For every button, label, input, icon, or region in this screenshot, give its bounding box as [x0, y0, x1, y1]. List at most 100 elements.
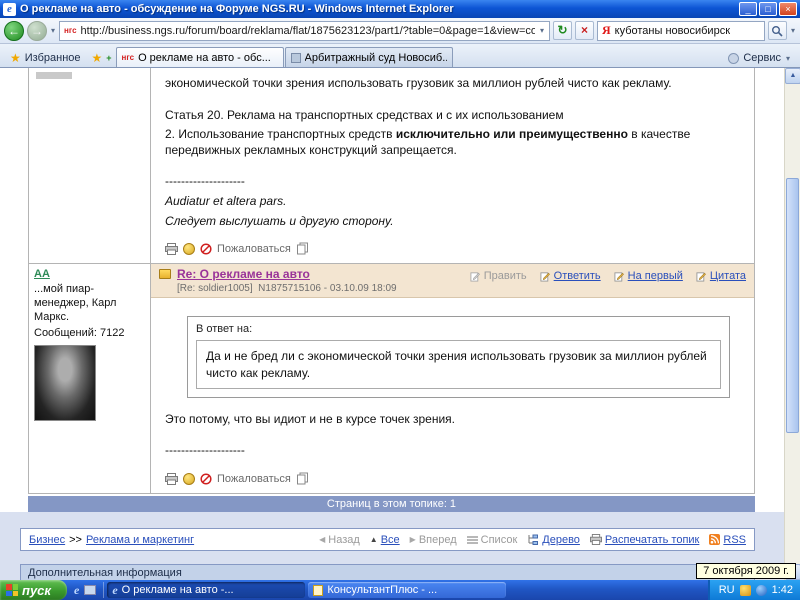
extra-info-header: Дополнительная информация	[21, 565, 754, 580]
refresh-icon: ↻	[557, 23, 567, 37]
minimize-button[interactable]: _	[739, 2, 757, 16]
post-message-column: Re: О рекламе на авто [Re: soldier1005] …	[151, 264, 754, 493]
author-link[interactable]: АА	[34, 268, 50, 280]
history-dropdown-icon[interactable]: ▾	[50, 26, 56, 35]
breadcrumb-category-link[interactable]: Бизнес	[29, 534, 65, 546]
left-arrow-icon: ◀	[319, 535, 325, 544]
thread-nav: ◀Назад ▲Все ▶Вперед Список Дерево Распеч…	[319, 534, 746, 546]
post-actions: Править Ответить На первый	[470, 270, 746, 282]
window-title: О рекламе на авто - обсуждение на Форуме…	[20, 3, 735, 15]
close-button[interactable]: ×	[779, 2, 797, 16]
rss-icon	[709, 534, 720, 545]
forum-post: экономической точки зрения использовать …	[29, 68, 754, 264]
tab-label: Арбитражный суд Новосиб...	[305, 52, 447, 64]
smiley-icon[interactable]	[183, 243, 195, 255]
post-title-link[interactable]: Re: О рекламе на авто	[177, 267, 310, 281]
scroll-up-button[interactable]: ▲	[785, 68, 800, 84]
search-go-button[interactable]	[768, 21, 787, 40]
avatar-image	[34, 345, 96, 421]
nav-rss-link[interactable]: RSS	[709, 534, 746, 546]
ie-task-icon: e	[112, 584, 117, 596]
nav-forward: ▶Вперед	[410, 534, 457, 546]
printer-icon[interactable]	[165, 243, 178, 255]
tab-current[interactable]: нгс О рекламе на авто - обс...	[116, 47, 284, 67]
maximize-button[interactable]: □	[759, 2, 777, 16]
chevron-down-icon: ▾	[785, 54, 791, 63]
message-count: Сообщений: 7122	[34, 327, 145, 339]
breadcrumb-forum-link[interactable]: Реклама и маркетинг	[86, 534, 194, 546]
printer-icon[interactable]	[165, 473, 178, 485]
forum-post: АА ...мой пиар-менеджер, Карл Маркс. Соо…	[29, 264, 754, 494]
quick-launch: e	[67, 582, 104, 598]
edit-icon	[470, 271, 481, 282]
taskbar-task-active[interactable]: e О рекламе на авто -...	[107, 582, 305, 598]
ban-icon[interactable]	[200, 473, 212, 485]
pages-icon[interactable]	[296, 242, 309, 255]
nav-list: Список	[467, 534, 518, 546]
ie-window: e О рекламе на авто - обсуждение на Фору…	[0, 0, 800, 600]
first-post-icon	[614, 271, 625, 282]
clock[interactable]: 1:42	[772, 584, 793, 596]
taskbar: пуск e e О рекламе на авто -... Консульт…	[0, 580, 800, 600]
nav-all-link[interactable]: ▲Все	[370, 534, 400, 546]
up-arrow-icon: ▲	[370, 535, 378, 544]
nav-print-link[interactable]: Распечатать топик	[590, 534, 699, 546]
service-menu-button[interactable]: Сервис ▾	[722, 49, 797, 67]
pages-icon[interactable]	[296, 472, 309, 485]
first-post-link[interactable]: На первый	[614, 270, 683, 282]
topic-icon	[159, 269, 171, 279]
page-content: экономической точки зрения использовать …	[0, 68, 800, 580]
url-text: http://business.ngs.ru/forum/board/rekla…	[81, 25, 535, 37]
post-footer: Пожаловаться	[151, 467, 754, 493]
search-input[interactable]: Я куботаны новосибирск	[597, 21, 765, 41]
taskbar-task[interactable]: КонсультантПлюс - ...	[308, 582, 506, 598]
service-label: Сервис	[743, 52, 781, 64]
post-message-column: экономической точки зрения использовать …	[151, 68, 754, 263]
post-body: экономической точки зрения использовать …	[151, 68, 754, 237]
tray-network-icon[interactable]	[756, 585, 767, 596]
scrollbar-thumb[interactable]	[786, 178, 799, 433]
post-user-column: АА ...мой пиар-менеджер, Карл Маркс. Соо…	[29, 264, 151, 493]
ban-icon[interactable]	[200, 243, 212, 255]
ie-logo-icon: e	[3, 3, 16, 16]
reply-text: Это потому, что вы идиот и не в курсе то…	[165, 412, 740, 428]
start-button[interactable]: пуск	[0, 580, 67, 600]
breadcrumb-panel: Бизнес >> Реклама и маркетинг ◀Назад ▲Вс…	[20, 528, 755, 551]
stop-button[interactable]: ×	[575, 21, 594, 40]
stop-icon: ×	[581, 23, 588, 37]
quote-link[interactable]: Цитата	[696, 270, 746, 282]
window-titlebar: e О рекламе на авто - обсуждение на Фору…	[0, 0, 800, 18]
vertical-scrollbar[interactable]: ▲ ▼	[784, 68, 800, 580]
reply-link[interactable]: Ответить	[540, 270, 601, 282]
law-title: Статья 20. Реклама на транспортных средс…	[165, 108, 740, 124]
pages-bar: Страниц в этом топике: 1	[28, 496, 755, 512]
address-bar-input[interactable]: нгс http://business.ngs.ru/forum/board/r…	[59, 21, 550, 41]
law-paragraph: 2. Использование транспортных средств ис…	[165, 127, 740, 158]
tree-icon	[527, 534, 539, 545]
back-button[interactable]: ←	[4, 21, 24, 41]
signature-line: Следует выслушать и другую сторону.	[165, 214, 740, 230]
tab-favicon: нгс	[122, 53, 135, 62]
forward-button[interactable]: →	[27, 21, 47, 41]
favorites-button[interactable]: ★ Избранное	[3, 49, 88, 67]
report-link[interactable]: Пожаловаться	[217, 243, 291, 255]
tray-shield-icon[interactable]	[740, 585, 751, 596]
language-indicator[interactable]: RU	[719, 584, 735, 596]
smiley-icon[interactable]	[183, 473, 195, 485]
tab-favicon-generic	[291, 53, 301, 63]
refresh-button[interactable]: ↻	[553, 21, 572, 40]
report-link[interactable]: Пожаловаться	[217, 473, 291, 485]
nav-tree-link[interactable]: Дерево	[527, 534, 580, 546]
show-desktop-icon[interactable]	[84, 585, 96, 595]
signature-line: Audiatur et altera pars.	[165, 194, 740, 210]
add-favorite-button[interactable]: ★+	[88, 49, 116, 67]
search-options-dropdown-icon[interactable]: ▾	[790, 26, 796, 35]
signature-divider: --------------------	[165, 443, 740, 459]
tabs-toolbar: ★ Избранное ★+ нгс О рекламе на авто - о…	[0, 44, 800, 68]
post-user-column	[29, 68, 151, 263]
quote-block: В ответ на: Да и не бред ли с экономичес…	[187, 316, 730, 398]
clock-date-tooltip: 7 октября 2009 г.	[696, 563, 796, 579]
tab-background[interactable]: Арбитражный суд Новосиб...	[285, 47, 453, 67]
address-dropdown-icon[interactable]: ▾	[539, 26, 545, 35]
quicklaunch-ie-icon[interactable]: e	[74, 584, 79, 596]
